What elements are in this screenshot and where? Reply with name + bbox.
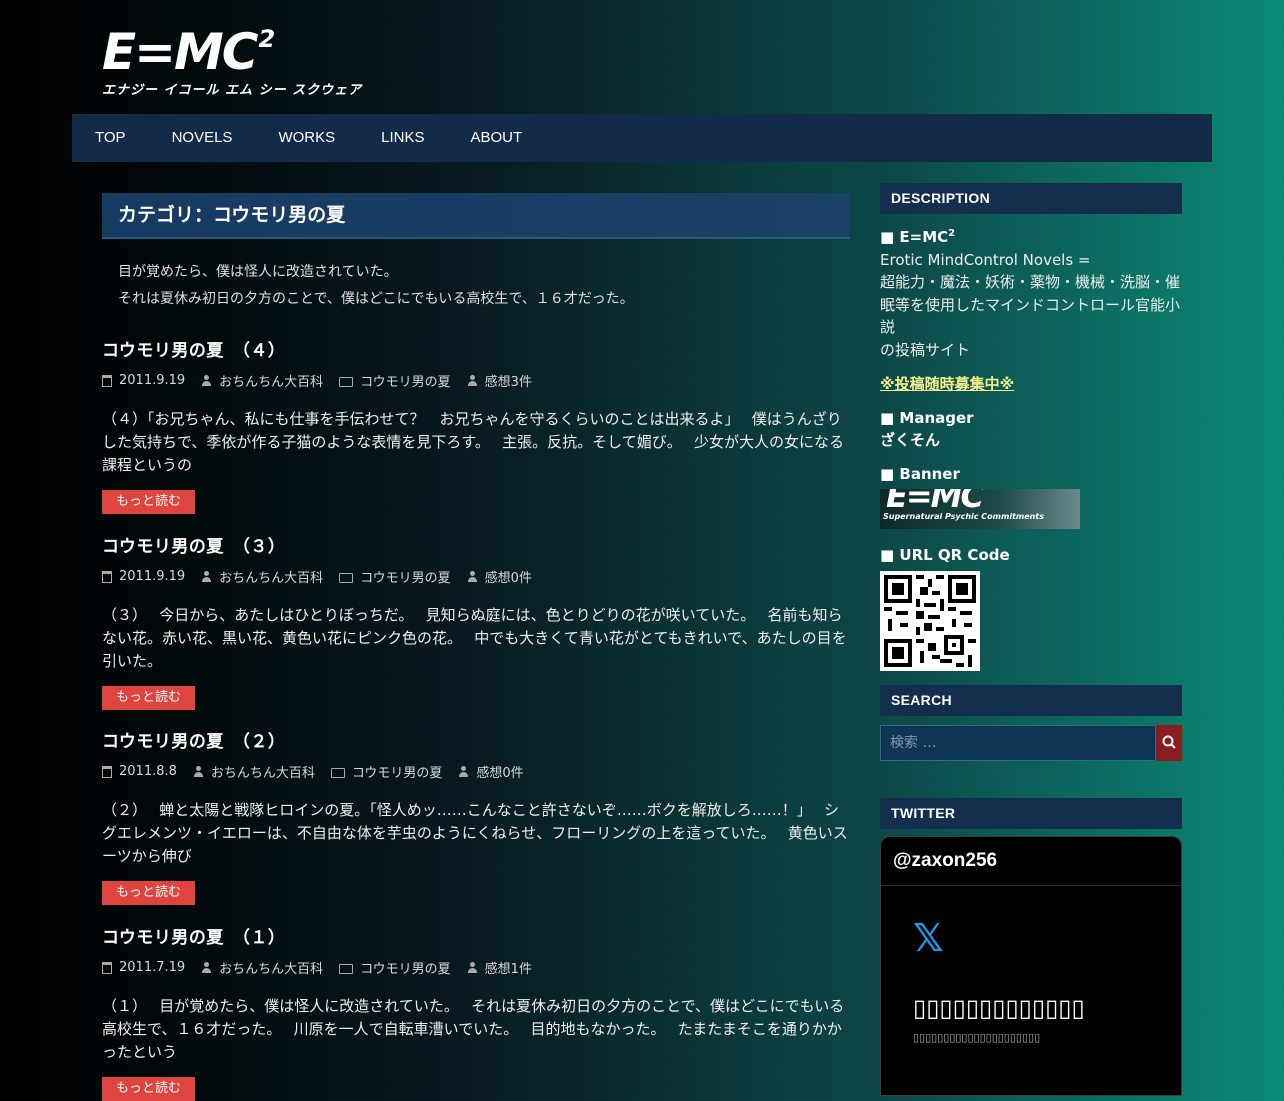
site-desc-tail: の投稿サイト bbox=[880, 340, 971, 359]
qr-heading: ■ URL QR Code bbox=[880, 546, 1010, 564]
folder-icon bbox=[339, 572, 354, 583]
nav-about[interactable]: ABOUT bbox=[447, 114, 545, 162]
folder-icon bbox=[339, 376, 354, 387]
comment-user-icon bbox=[467, 962, 478, 973]
twitter-blocked-text: ▯▯▯▯▯▯▯▯▯▯▯▯▯ bbox=[913, 993, 1085, 1022]
twitter-widget[interactable]: @zaxon256 𝕏 ▯▯▯▯▯▯▯▯▯▯▯▯▯ ▯▯▯▯▯▯▯▯▯▯▯▯▯▯… bbox=[880, 835, 1182, 1096]
post-title[interactable]: コウモリ男の夏 （１） bbox=[102, 923, 850, 948]
comment-user-icon bbox=[467, 375, 478, 386]
user-icon bbox=[201, 962, 212, 973]
post-category[interactable]: コウモリ男の夏 bbox=[352, 762, 442, 781]
user-icon bbox=[193, 766, 204, 777]
site-banner[interactable]: E=MC Supernatural Psychic Commitments bbox=[880, 489, 1080, 529]
post-author[interactable]: おちんちん大百科 bbox=[219, 958, 323, 977]
post-meta: 2011.9.19 おちんちん大百科 コウモリ男の夏 感想3件 bbox=[102, 371, 850, 390]
post-date[interactable]: 2011.8.8 bbox=[119, 764, 177, 779]
read-more-button[interactable]: もっと読む bbox=[102, 490, 196, 514]
read-more-button[interactable]: もっと読む bbox=[102, 1077, 196, 1101]
post-date[interactable]: 2011.9.19 bbox=[119, 373, 185, 388]
post-meta: 2011.8.8 おちんちん大百科 コウモリ男の夏 感想0件 bbox=[102, 762, 850, 781]
post-meta: 2011.7.19 おちんちん大百科 コウモリ男の夏 感想1件 bbox=[102, 958, 850, 977]
nav-links[interactable]: LINKS bbox=[358, 114, 447, 162]
main-nav: TOP NOVELS WORKS LINKS ABOUT bbox=[72, 114, 1212, 162]
search-heading: SEARCH bbox=[880, 684, 1182, 716]
search-icon bbox=[1162, 735, 1176, 749]
post-comments[interactable]: 感想0件 bbox=[485, 567, 532, 586]
site-tagline: Erotic MindControl Novels = bbox=[880, 250, 1091, 269]
post-author[interactable]: おちんちん大百科 bbox=[219, 567, 323, 586]
post-title[interactable]: コウモリ男の夏 （２） bbox=[102, 727, 850, 752]
post-title[interactable]: コウモリ男の夏 （３） bbox=[102, 532, 850, 557]
comment-user-icon bbox=[467, 571, 478, 582]
category-desc-line: 目が覚めたら、僕は怪人に改造されていた。 bbox=[118, 264, 398, 280]
calendar-icon bbox=[102, 765, 112, 778]
post-category[interactable]: コウモリ男の夏 bbox=[360, 958, 450, 977]
x-logo-icon: 𝕏 bbox=[913, 915, 944, 960]
banner-subtitle: Supernatural Psychic Commitments bbox=[883, 511, 1044, 521]
logo-kana: エナジー イコール エム シー スクウェア bbox=[102, 83, 363, 98]
twitter-blocked-subtext: ▯▯▯▯▯▯▯▯▯▯▯▯▯▯▯▯▯▯▯▯▯ bbox=[913, 1030, 1041, 1044]
sidebar: DESCRIPTION ■ E=MC2 Erotic MindControl N… bbox=[880, 183, 1182, 1096]
post-category[interactable]: コウモリ男の夏 bbox=[360, 371, 450, 390]
manager-name: ざくそん bbox=[880, 431, 941, 449]
post-meta: 2011.9.19 おちんちん大百科 コウモリ男の夏 感想0件 bbox=[102, 567, 850, 586]
search-button[interactable] bbox=[1156, 724, 1182, 761]
post-item: コウモリ男の夏 （２） 2011.8.8 おちんちん大百科 コウモリ男の夏 感想… bbox=[102, 727, 850, 905]
post-excerpt: （３） 今日から、あたしはひとりぼっちだ。 見知らぬ庭には、色とりどりの花が咲い… bbox=[102, 606, 847, 670]
category-description: 目が覚めたら、僕は怪人に改造されていた。 それは夏休み初日の夕方のことで、僕はど… bbox=[102, 239, 850, 313]
recruit-link[interactable]: ※投稿随時募集中※ bbox=[880, 375, 1014, 393]
twitter-heading: TWITTER bbox=[880, 797, 1182, 829]
calendar-icon bbox=[102, 374, 112, 387]
category-title: カテゴリ：コウモリ男の夏 bbox=[102, 193, 850, 239]
post-comments[interactable]: 感想3件 bbox=[485, 371, 532, 390]
nav-novels[interactable]: NOVELS bbox=[149, 114, 256, 162]
post-title[interactable]: コウモリ男の夏 （４） bbox=[102, 336, 850, 361]
site-logo[interactable]: E=MC2 エナジー イコール エム シー スクウェア bbox=[102, 23, 402, 98]
read-more-button[interactable]: もっと読む bbox=[102, 686, 196, 710]
logo-text: E=MC bbox=[102, 23, 258, 81]
post-category[interactable]: コウモリ男の夏 bbox=[360, 567, 450, 586]
post-excerpt: （１） 目が覚めたら、僕は怪人に改造されていた。 それは夏休み初日の夕方のことで… bbox=[102, 997, 845, 1061]
folder-icon bbox=[339, 963, 354, 974]
post-comments[interactable]: 感想0件 bbox=[476, 762, 523, 781]
category-desc-line: それは夏休み初日の夕方のことで、僕はどこにでもいる高校生で、１６才だった。 bbox=[118, 291, 634, 307]
post-excerpt: （４）「お兄ちゃん、私にも仕事を手伝わせて？ お兄ちゃんを守るくらいのことは出来… bbox=[102, 410, 844, 474]
post-author[interactable]: おちんちん大百科 bbox=[219, 371, 323, 390]
calendar-icon bbox=[102, 961, 112, 974]
manager-heading: ■ Manager bbox=[880, 408, 974, 427]
calendar-icon bbox=[102, 570, 112, 583]
description-heading: DESCRIPTION bbox=[880, 183, 1182, 214]
search-form bbox=[880, 724, 1182, 761]
search-input[interactable] bbox=[880, 724, 1156, 761]
post-item: コウモリ男の夏 （３） 2011.9.19 おちんちん大百科 コウモリ男の夏 感… bbox=[102, 532, 850, 710]
qr-code-image bbox=[880, 570, 980, 671]
post-item: コウモリ男の夏 （４） 2011.9.19 おちんちん大百科 コウモリ男の夏 感… bbox=[102, 336, 850, 514]
banner-heading: ■ Banner bbox=[880, 464, 960, 483]
post-author[interactable]: おちんちん大百科 bbox=[211, 762, 315, 781]
read-more-button[interactable]: もっと読む bbox=[102, 881, 196, 905]
site-desc-body: 超能力・魔法・妖術・薬物・機械・洗脳・催眠等を使用したマインドコントロール官能小… bbox=[880, 273, 1181, 336]
nav-works[interactable]: WORKS bbox=[255, 114, 358, 162]
main-content: カテゴリ：コウモリ男の夏 目が覚めたら、僕は怪人に改造されていた。 それは夏休み… bbox=[102, 193, 850, 313]
post-date[interactable]: 2011.9.19 bbox=[119, 569, 185, 584]
logo-superscript: 2 bbox=[258, 25, 276, 53]
comment-user-icon bbox=[458, 766, 469, 777]
user-icon bbox=[201, 375, 212, 386]
post-date[interactable]: 2011.7.19 bbox=[119, 960, 185, 975]
post-item: コウモリ男の夏 （１） 2011.7.19 おちんちん大百科 コウモリ男の夏 感… bbox=[102, 923, 850, 1101]
site-name: ■ E=MC2 bbox=[880, 228, 956, 246]
twitter-handle[interactable]: @zaxon256 bbox=[881, 837, 1181, 886]
nav-top[interactable]: TOP bbox=[72, 114, 149, 162]
folder-icon bbox=[330, 767, 345, 778]
site-description: ■ E=MC2 Erotic MindControl Novels = 超能力・… bbox=[880, 223, 1182, 671]
post-excerpt: （２） 蝉と太陽と戦隊ヒロインの夏。「怪人めッ……こんなこと許さないぞ……ボクを… bbox=[102, 801, 848, 865]
post-comments[interactable]: 感想1件 bbox=[485, 958, 532, 977]
user-icon bbox=[201, 571, 212, 582]
